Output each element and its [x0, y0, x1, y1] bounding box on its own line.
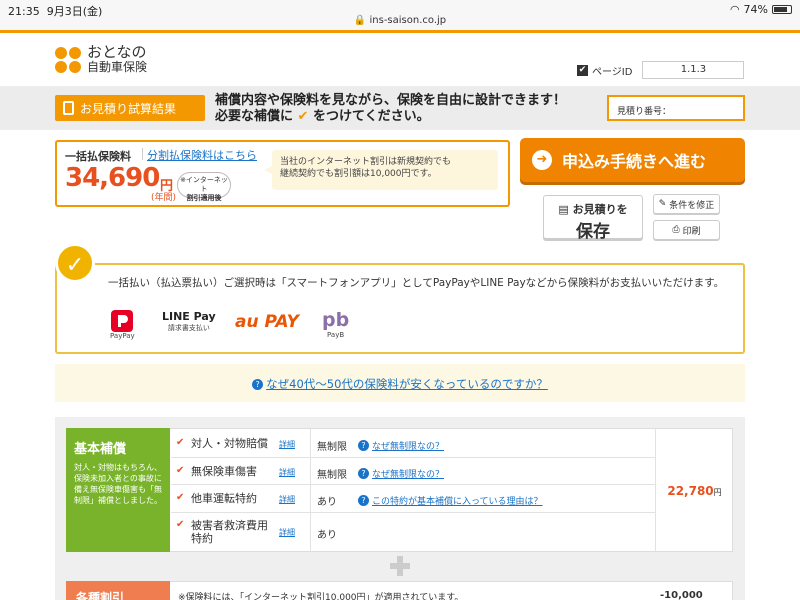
lock-icon: 🔒: [353, 15, 367, 26]
discount-price: -10,000: [660, 590, 703, 600]
check-icon: ✔: [176, 465, 185, 476]
modify-conditions-button[interactable]: ✎ 条件を修正: [653, 194, 720, 214]
status-indicators: ◠ 74%: [730, 3, 792, 16]
discount-label: 各種割引: [66, 581, 170, 600]
question-icon: ?: [358, 495, 369, 506]
estimate-tag-label: お見積り試算結果: [80, 101, 177, 116]
battery-percent: 74%: [743, 3, 768, 16]
basic-coverage-title: 基本補償: [74, 442, 127, 457]
logo-line1: おとなの: [87, 43, 147, 61]
discount-note: 当社のインターネット割引は新規契約でも 継続契約でも割引額は10,000円です。: [264, 150, 498, 190]
coverage-row: ✔ 無保険車傷害 詳細 無制限 ? なぜ無制限なの？: [171, 458, 655, 485]
detail-link[interactable]: 詳細: [279, 527, 295, 538]
check-icon: ✔: [176, 437, 185, 448]
estimate-result-tag: お見積り試算結果: [55, 95, 205, 121]
save-icon: ▤: [558, 203, 569, 216]
payment-text: 一括払い（払込票払い）ご選択時は「スマートフォンアプリ」としてPayPayやLI…: [108, 277, 725, 289]
linepay-logo: LINE Pay 請求書支払い: [162, 310, 216, 332]
page-id: ✔ ページID 1.1.3: [577, 61, 745, 79]
coverage-price: 22,780円: [667, 484, 722, 498]
installment-link[interactable]: 分割払保険料はこちら: [147, 147, 257, 163]
coverage-row: ✔ 対人・対物賠償 詳細 無制限 ? なぜ無制限なの？: [171, 429, 655, 458]
apply-button[interactable]: ➜ 申込み手続きへ進む: [520, 138, 745, 182]
save-estimate-button[interactable]: ▤ お見積りを 保存: [543, 195, 643, 242]
arrow-right-icon: ➜: [532, 150, 552, 170]
why-link[interactable]: ? なぜ無制限なの？: [358, 467, 444, 480]
paypay-logo: PayPay: [110, 310, 135, 340]
print-button[interactable]: ⎙ 印刷: [653, 220, 720, 240]
header-rule: [0, 30, 800, 33]
checkbox-icon: ✔: [577, 64, 588, 76]
premium-box: 一括払保険料 分割払保険料はこちら 34,690 円 (年間) ※インターネット…: [55, 140, 510, 207]
status-bar: 21:35 9月3日(金) 🔒 ins-saison.co.jp ◠ 74%: [0, 0, 800, 30]
save-line2: 保存: [576, 222, 610, 242]
coverage-row: ✔ 他車運転特約 詳細 あり ? この特約が基本補償に入っている理由は？: [171, 485, 655, 513]
detail-link[interactable]: 詳細: [279, 467, 295, 478]
logo-dots-icon: [55, 47, 81, 73]
check-icon: ✔: [176, 519, 185, 530]
wifi-icon: ◠: [729, 3, 740, 16]
premium-amount: 34,690: [65, 163, 160, 193]
check-icon: ✔: [176, 492, 185, 503]
estimate-number-box: 見積り番号：: [607, 95, 745, 121]
question-icon: ?: [358, 468, 369, 479]
save-line1: ▤ お見積りを: [558, 203, 628, 216]
why-link[interactable]: ? この特約が基本補償に入っている理由は？: [358, 494, 543, 507]
page-id-label: ページID: [592, 66, 633, 78]
payb-logo: pb PayB: [322, 309, 350, 339]
basic-coverage-label: 基本補償 対人・対物はもちろん、保険未加入者との事故に備え無保険車傷害も「無制限…: [66, 428, 170, 552]
estimate-message-line2: 必要な補償に ✔ をつけてください。: [215, 109, 430, 124]
url-text: ins-saison.co.jp: [369, 15, 447, 26]
faq-link[interactable]: ? なぜ40代～50代の保険料が安くなっているのですか？: [55, 376, 745, 392]
premium-period: (年間): [151, 193, 177, 203]
discount-text: ※保険料には、「インターネット割引10,000円」が適用されています。: [178, 593, 464, 600]
plus-icon: [390, 556, 410, 576]
why-link[interactable]: ? なぜ無制限なの？: [358, 439, 444, 452]
question-icon: ?: [358, 440, 369, 451]
estimate-number-label: 見積り番号：: [617, 107, 672, 117]
coverage-row: ✔ 被害者救済費用特約 詳細 あり: [171, 513, 655, 552]
pencil-icon: ✎: [658, 199, 667, 209]
brand-logo[interactable]: おとなの 自動車保険: [55, 45, 147, 75]
internet-discount-badge: ※インターネット 割引適用後: [177, 172, 231, 202]
logo-line2: 自動車保険: [87, 60, 148, 74]
faq-band: ? なぜ40代～50代の保険料が安くなっているのですか？: [55, 364, 745, 402]
page-id-value: 1.1.3: [642, 61, 745, 79]
aupay-logo: au PAY: [235, 312, 299, 332]
basic-coverage-description: 対人・対物はもちろん、保険未加入者との事故に備え無保険車傷害も「無制限」補償とし…: [74, 463, 162, 505]
calculator-icon: [63, 101, 74, 115]
address-bar[interactable]: 🔒 ins-saison.co.jp: [0, 15, 800, 26]
question-icon: ?: [252, 379, 264, 390]
detail-link[interactable]: 詳細: [279, 494, 295, 505]
estimate-message-line1: 補償内容や保険料を見ながら、保険を自由に設計できます！: [215, 93, 567, 108]
printer-icon: ⎙: [672, 225, 680, 235]
check-icon: ✔: [297, 109, 309, 124]
apply-button-label: 申込み手続きへ進む: [562, 152, 707, 171]
premium-label: 一括払保険料: [65, 150, 131, 163]
app: 21:35 9月3日(金) 🔒 ins-saison.co.jp ◠ 74% お…: [0, 0, 800, 600]
detail-link[interactable]: 詳細: [279, 439, 295, 450]
estimate-message: 補償内容や保険料を見ながら、保険を自由に設計できます！ 必要な補償に ✔ をつけ…: [215, 93, 566, 125]
checkmark-circle-icon: ✓: [55, 243, 95, 283]
battery-icon: [772, 5, 792, 14]
